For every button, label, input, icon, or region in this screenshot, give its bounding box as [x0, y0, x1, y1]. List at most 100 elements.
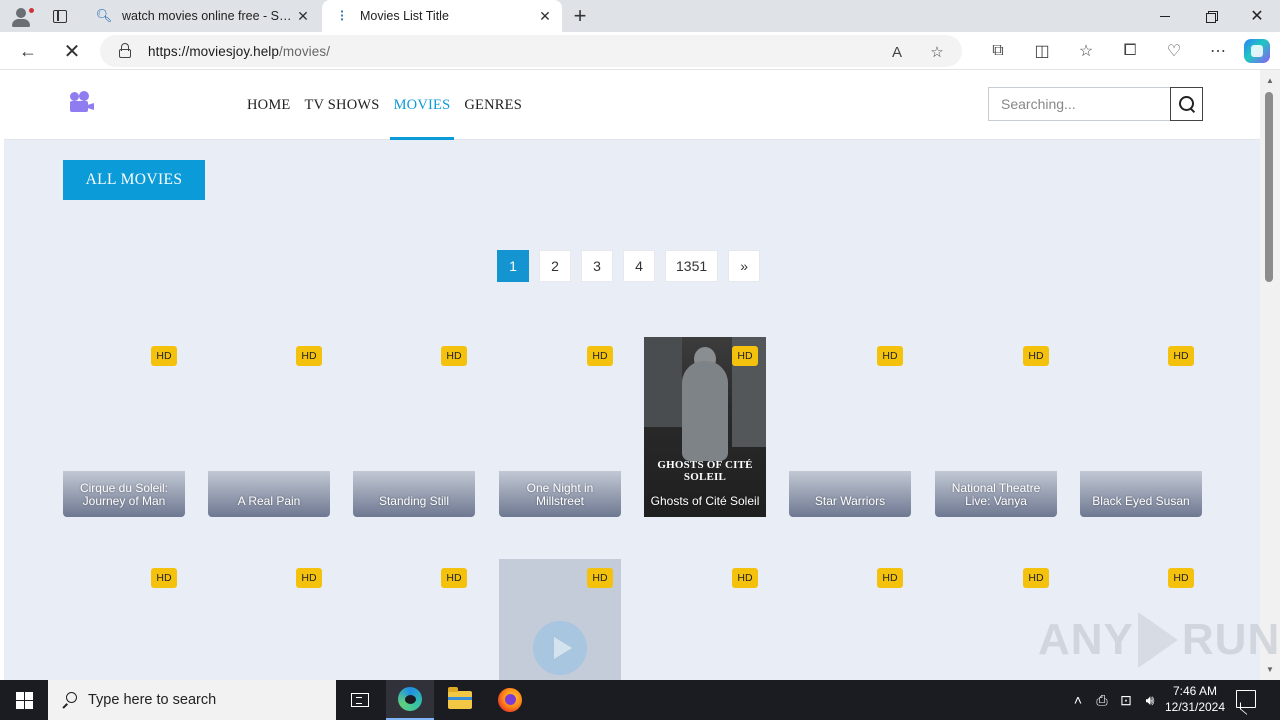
search-icon: [62, 692, 78, 708]
new-tab-button[interactable]: +: [568, 5, 592, 27]
favorites-icon[interactable]: ☆: [1064, 37, 1108, 65]
movie-card[interactable]: HD Black Eyed Susan: [1080, 337, 1202, 517]
device-icon[interactable]: ⎙: [1090, 680, 1114, 720]
folder-icon: [448, 687, 472, 709]
hd-badge: HD: [296, 568, 322, 588]
movie-title[interactable]: Cirque du Soleil: Journey of Man: [63, 471, 185, 517]
menu-movies[interactable]: MOVIES: [388, 70, 457, 140]
tab-actions-icon[interactable]: [46, 6, 74, 26]
page-scrollbar[interactable]: ▲ ▼: [1260, 70, 1280, 680]
movie-card[interactable]: GHOSTS OF CITÉ SOLEIL HD Ghosts of Cité …: [644, 337, 766, 517]
hd-badge: HD: [1168, 568, 1194, 588]
page-1[interactable]: 1: [497, 250, 529, 282]
movie-title[interactable]: Standing Still: [353, 471, 475, 517]
watermark-text-right: RUN: [1181, 615, 1280, 664]
taskbar-clock[interactable]: 7:46 AM 12/31/2024: [1162, 683, 1228, 717]
browser-tab-search[interactable]: 🔍︎ watch movies online free - Search ✕: [84, 0, 320, 32]
movie-camera-icon[interactable]: [68, 90, 96, 114]
minimize-button[interactable]: [1142, 0, 1188, 32]
close-tab-icon[interactable]: ✕: [534, 5, 556, 27]
browser-essentials-icon[interactable]: ♡: [1152, 37, 1196, 65]
url-text[interactable]: https://moviesjoy.help/movies/: [148, 44, 330, 59]
profile-avatar-icon[interactable]: [8, 4, 36, 28]
movie-card[interactable]: HD: [63, 559, 185, 680]
stop-loading-button[interactable]: ✕: [58, 37, 86, 65]
scroll-up-arrow-icon[interactable]: ▲: [1260, 76, 1280, 85]
collections-icon[interactable]: ⧠: [1108, 37, 1152, 65]
scrollbar-thumb[interactable]: [1265, 92, 1273, 282]
movie-title[interactable]: A Real Pain: [208, 471, 330, 517]
menu-genres[interactable]: GENRES: [458, 70, 528, 140]
page-3[interactable]: 3: [581, 250, 613, 282]
volume-icon[interactable]: 🔊︎: [1138, 680, 1162, 720]
play-icon[interactable]: [533, 621, 587, 675]
menu-home[interactable]: HOME: [241, 70, 297, 140]
network-icon[interactable]: ⊡: [1114, 680, 1138, 720]
close-window-button[interactable]: ✕: [1234, 0, 1280, 32]
favorite-star-icon[interactable]: ☆: [926, 41, 948, 63]
movie-card[interactable]: HD: [499, 559, 621, 680]
hd-badge: HD: [296, 346, 322, 366]
page-last[interactable]: 1351: [665, 250, 719, 282]
hd-badge: HD: [877, 346, 903, 366]
movie-card[interactable]: HD: [353, 559, 475, 680]
movie-card[interactable]: HD Cirque du Soleil: Journey of Man: [63, 337, 185, 517]
movie-card[interactable]: HD National Theatre Live: Vanya: [935, 337, 1057, 517]
page-next[interactable]: »: [728, 250, 761, 282]
movie-card[interactable]: HD A Real Pain: [208, 337, 330, 517]
browser-tab-movies[interactable]: ⁝ Movies List Title ✕: [322, 0, 562, 32]
movie-title[interactable]: One Night in Millstreet: [499, 471, 621, 517]
site-header: HOME TV SHOWS MOVIES GENRES: [4, 70, 1260, 140]
movie-title[interactable]: Ghosts of Cité Soleil: [644, 471, 766, 517]
back-button[interactable]: ←: [14, 37, 42, 65]
movie-title[interactable]: Black Eyed Susan: [1080, 471, 1202, 517]
all-movies-button[interactable]: ALL MOVIES: [63, 160, 205, 200]
notification-icon[interactable]: [1236, 690, 1256, 708]
movie-card[interactable]: HD Star Warriors: [789, 337, 911, 517]
movie-card[interactable]: HD: [208, 559, 330, 680]
page-4[interactable]: 4: [623, 250, 655, 282]
system-tray: ˄ ⎙ ⊡ 🔊︎: [1066, 680, 1162, 720]
tab-title: watch movies online free - Search: [122, 9, 292, 23]
movie-card[interactable]: HD: [644, 559, 766, 680]
movie-card[interactable]: HD Standing Still: [353, 337, 475, 517]
edge-icon: [398, 687, 422, 711]
movie-title[interactable]: National Theatre Live: Vanya: [935, 471, 1057, 517]
hd-badge: HD: [151, 568, 177, 588]
extensions-icon[interactable]: ⧉: [976, 37, 1020, 65]
address-bar[interactable]: https://moviesjoy.help/movies/ A ☆: [100, 35, 962, 67]
movie-card[interactable]: HD One Night in Millstreet: [499, 337, 621, 517]
task-view-icon: [351, 693, 369, 707]
task-view-button[interactable]: [336, 680, 384, 720]
windows-taskbar: Type here to search ˄ ⎙ ⊡ 🔊︎ 7:46 AM 12/…: [0, 680, 1280, 720]
chevron-up-icon[interactable]: ˄: [1066, 680, 1090, 720]
edge-taskbar-button[interactable]: [386, 680, 434, 720]
play-triangle-icon: [1137, 612, 1178, 668]
close-tab-icon[interactable]: ✕: [292, 5, 314, 27]
url-path: /movies/: [279, 43, 331, 59]
taskbar-search-box[interactable]: Type here to search: [48, 680, 336, 720]
split-screen-icon[interactable]: ◫: [1020, 37, 1064, 65]
copilot-icon[interactable]: [1244, 39, 1270, 63]
hd-badge: HD: [877, 568, 903, 588]
tab-title: Movies List Title: [360, 9, 449, 23]
start-button[interactable]: [0, 680, 48, 720]
firefox-taskbar-button[interactable]: [486, 680, 534, 720]
screen: 🔍︎ watch movies online free - Search ✕ ⁝…: [0, 0, 1280, 720]
restore-button[interactable]: [1188, 0, 1234, 32]
url-host: https://moviesjoy.help: [148, 43, 280, 59]
lock-icon[interactable]: [118, 43, 132, 59]
more-menu-icon[interactable]: ⋯: [1196, 37, 1240, 65]
hd-badge: HD: [151, 346, 177, 366]
menu-tv-shows[interactable]: TV SHOWS: [299, 70, 386, 140]
movie-card[interactable]: HD: [789, 559, 911, 680]
page-2[interactable]: 2: [539, 250, 571, 282]
hd-badge: HD: [441, 568, 467, 588]
read-aloud-icon[interactable]: A: [886, 41, 908, 63]
file-explorer-taskbar-button[interactable]: [436, 680, 484, 720]
search-input[interactable]: [988, 87, 1170, 121]
search-button[interactable]: [1170, 87, 1203, 121]
search-icon: 🔍︎: [95, 8, 113, 23]
movie-title[interactable]: Star Warriors: [789, 471, 911, 517]
clock-date: 12/31/2024: [1164, 700, 1226, 714]
